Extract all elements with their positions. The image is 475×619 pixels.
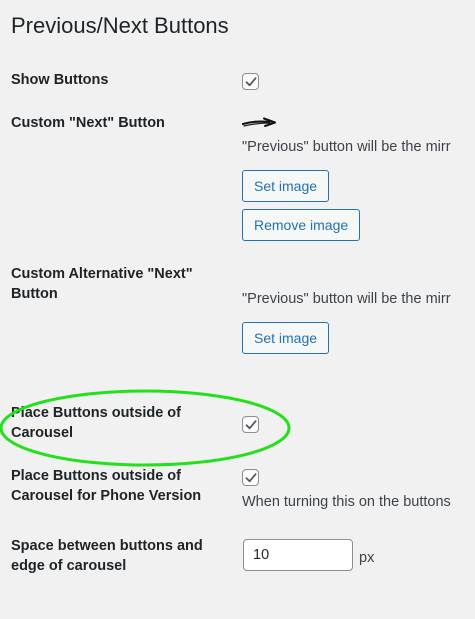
space-between-input[interactable]: 10 [243, 539, 353, 571]
section-title: Previous/Next Buttons [11, 13, 229, 38]
custom-alt-next-description: "Previous" button will be the mirr [242, 291, 451, 307]
alt-set-image-button[interactable]: Set image [242, 322, 330, 354]
checkmark-icon [245, 77, 257, 87]
show-buttons-checkbox[interactable] [242, 73, 259, 90]
outside-carousel-phone-label: Place Buttons outside of Carousel for Ph… [11, 468, 202, 504]
space-between-label: Space between buttons and edge of carous… [11, 538, 203, 574]
checkmark-icon [245, 473, 257, 483]
space-between-unit: px [359, 550, 375, 566]
custom-next-description: "Previous" button will be the mirr [242, 139, 451, 155]
highlight-ellipse [0, 389, 291, 467]
arrow-image-icon [242, 117, 276, 127]
outside-carousel-phone-checkbox[interactable] [242, 469, 259, 486]
custom-alt-next-button-label: Custom Alternative "Next" Button [11, 266, 193, 302]
remove-image-button[interactable]: Remove image [242, 209, 361, 241]
set-image-button[interactable]: Set image [242, 170, 330, 202]
show-buttons-label: Show Buttons [11, 72, 109, 88]
outside-carousel-phone-description: When turning this on the buttons [242, 494, 451, 510]
custom-next-button-label: Custom "Next" Button [11, 115, 165, 131]
